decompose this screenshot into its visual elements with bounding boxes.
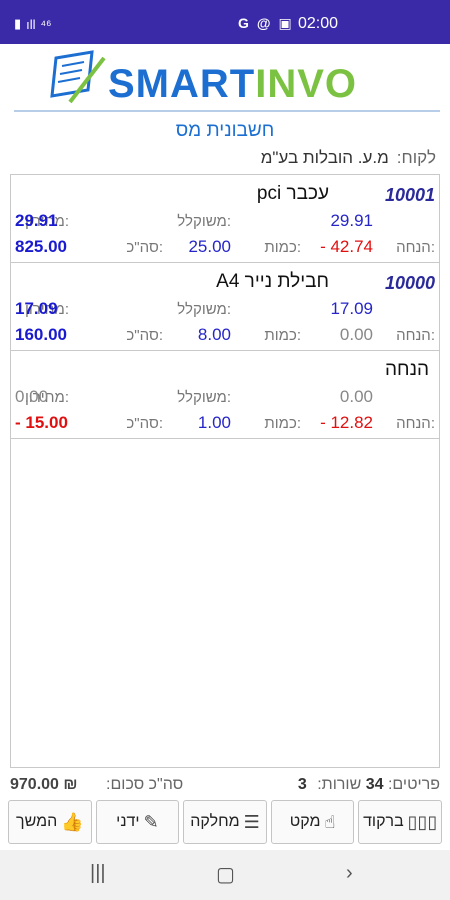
total-label: סה"כ: (126, 415, 163, 432)
sku-button[interactable]: ☝ מקט (270, 800, 355, 844)
touch-icon: ☝ (324, 811, 336, 832)
sku-label: מקט (289, 813, 321, 830)
customer-label: לקוח: (396, 148, 436, 167)
items-count: 34 (365, 776, 384, 793)
invoice-items-list[interactable]: 10001 עכבר pci מחירון: 29.91 משוקלל: 29.… (10, 174, 440, 768)
recents-icon[interactable]: ||| (90, 862, 106, 885)
manual-label: ידני (116, 813, 140, 830)
rows-count: 3 (297, 776, 307, 793)
discount-label: הנחה: (396, 415, 435, 432)
google-icon: G (238, 15, 249, 31)
action-buttons: ▯▯▯ ברקוד ☝ מקט ☰ מחלקה ✎ ידני 👍 המשך (8, 800, 442, 844)
thumbs-up-icon: 👍 (61, 811, 84, 832)
discount-label: הנחה: (396, 327, 435, 344)
category-button[interactable]: ☰ מחלקה (183, 800, 267, 844)
qty-value: 25.00 (188, 237, 231, 256)
customer-name: מ.ע. הובלות בע"מ (260, 148, 389, 167)
header-divider (14, 110, 440, 112)
status-bar: ▮ ıll ⁴⁶ G @ ▣ 02:00 (0, 0, 450, 44)
weighted-label: משוקלל: (177, 389, 231, 406)
category-label: מחלקה (190, 813, 240, 830)
clock: 02:00 (298, 15, 339, 32)
weighted-value: 17.09 (15, 299, 58, 318)
continue-label: המשך (16, 813, 58, 830)
total-value: 825.00 (15, 237, 67, 256)
price-value: 29.91 (330, 211, 373, 230)
qty-label: כמות: (264, 327, 301, 344)
home-icon[interactable]: ▢ (216, 862, 235, 887)
total-sum-label: סה"כ סכום: (106, 776, 184, 793)
total-label: סה"כ: (126, 239, 163, 256)
smartinvo-logo: SMARTINVO (50, 50, 410, 108)
status-icons-right: G @ ▣ (238, 15, 292, 32)
logo-text: SMARTINVO (108, 62, 358, 106)
image-icon: ▣ (278, 15, 292, 31)
barcode-icon: ▯▯▯ (407, 811, 438, 832)
back-icon[interactable]: › (346, 862, 353, 885)
weighted-label: משוקלל: (177, 301, 231, 318)
manual-button[interactable]: ✎ ידני (95, 800, 180, 844)
list-item[interactable]: 10000 חבילת נייר A4 מחירון: 17.09 משוקלל… (11, 263, 439, 351)
discount-label: הנחה: (396, 239, 435, 256)
total-sum-value: 970.00 ₪ (10, 776, 78, 793)
items-label: פריטים: (387, 776, 440, 793)
status-icons-left: ▮ ıll ⁴⁶ (14, 16, 51, 32)
customer-row[interactable]: לקוח: מ.ע. הובלות בע"מ (261, 148, 436, 168)
discount-value: - 42.74 (320, 237, 373, 256)
item-name: חבילת נייר A4 (216, 271, 329, 292)
barcode-label: ברקוד (363, 813, 404, 830)
qty-label: כמות: (264, 415, 301, 432)
signal-icon: ıll (26, 16, 36, 32)
weighted-value: 0.00 (15, 387, 49, 406)
total-value: - 15.00 (15, 413, 68, 432)
qty-label: כמות: (264, 239, 301, 256)
at-icon: @ (256, 15, 271, 31)
price-value: 0.00 (339, 387, 373, 406)
logo-papers-icon (50, 50, 106, 104)
item-code: 10001 (384, 185, 435, 205)
rows-label: שורות: (317, 776, 362, 793)
item-name: עכבר pci (256, 183, 329, 204)
pencil-icon: ✎ (143, 811, 159, 832)
qty-value: 8.00 (197, 325, 231, 344)
page-title: חשבונית מס (175, 120, 275, 141)
discount-value: - 12.82 (320, 413, 373, 432)
total-label: סה"כ: (126, 327, 163, 344)
summary-counts: פריטים: 34 שורות: 3 (298, 776, 440, 794)
barcode-button[interactable]: ▯▯▯ ברקוד (358, 800, 442, 844)
price-value: 17.09 (330, 299, 373, 318)
item-name: הנחה (385, 359, 429, 380)
discount-value: 0.00 (339, 325, 373, 344)
system-nav-bar: ||| ▢ › (0, 850, 450, 900)
item-code: 10000 (384, 273, 435, 293)
list-icon: ☰ (243, 811, 260, 832)
summary-bar: פריטים: 34 שורות: 3 סה"כ סכום: 970.00 ₪ (10, 776, 440, 796)
total-value: 160.00 (15, 325, 67, 344)
qty-value: 1.00 (197, 413, 231, 432)
list-item[interactable]: הנחה מחירון: 0.00 משוקלל: 0.00 הנחה: - 1… (11, 351, 439, 439)
continue-button[interactable]: 👍 המשך (8, 800, 92, 844)
weighted-label: משוקלל: (177, 213, 231, 230)
network-icon: ⁴⁶ (40, 16, 52, 32)
sim-icon: ▮ (14, 16, 22, 31)
list-item[interactable]: 10001 עכבר pci מחירון: 29.91 משוקלל: 29.… (11, 175, 439, 263)
weighted-value: 29.91 (15, 211, 58, 230)
